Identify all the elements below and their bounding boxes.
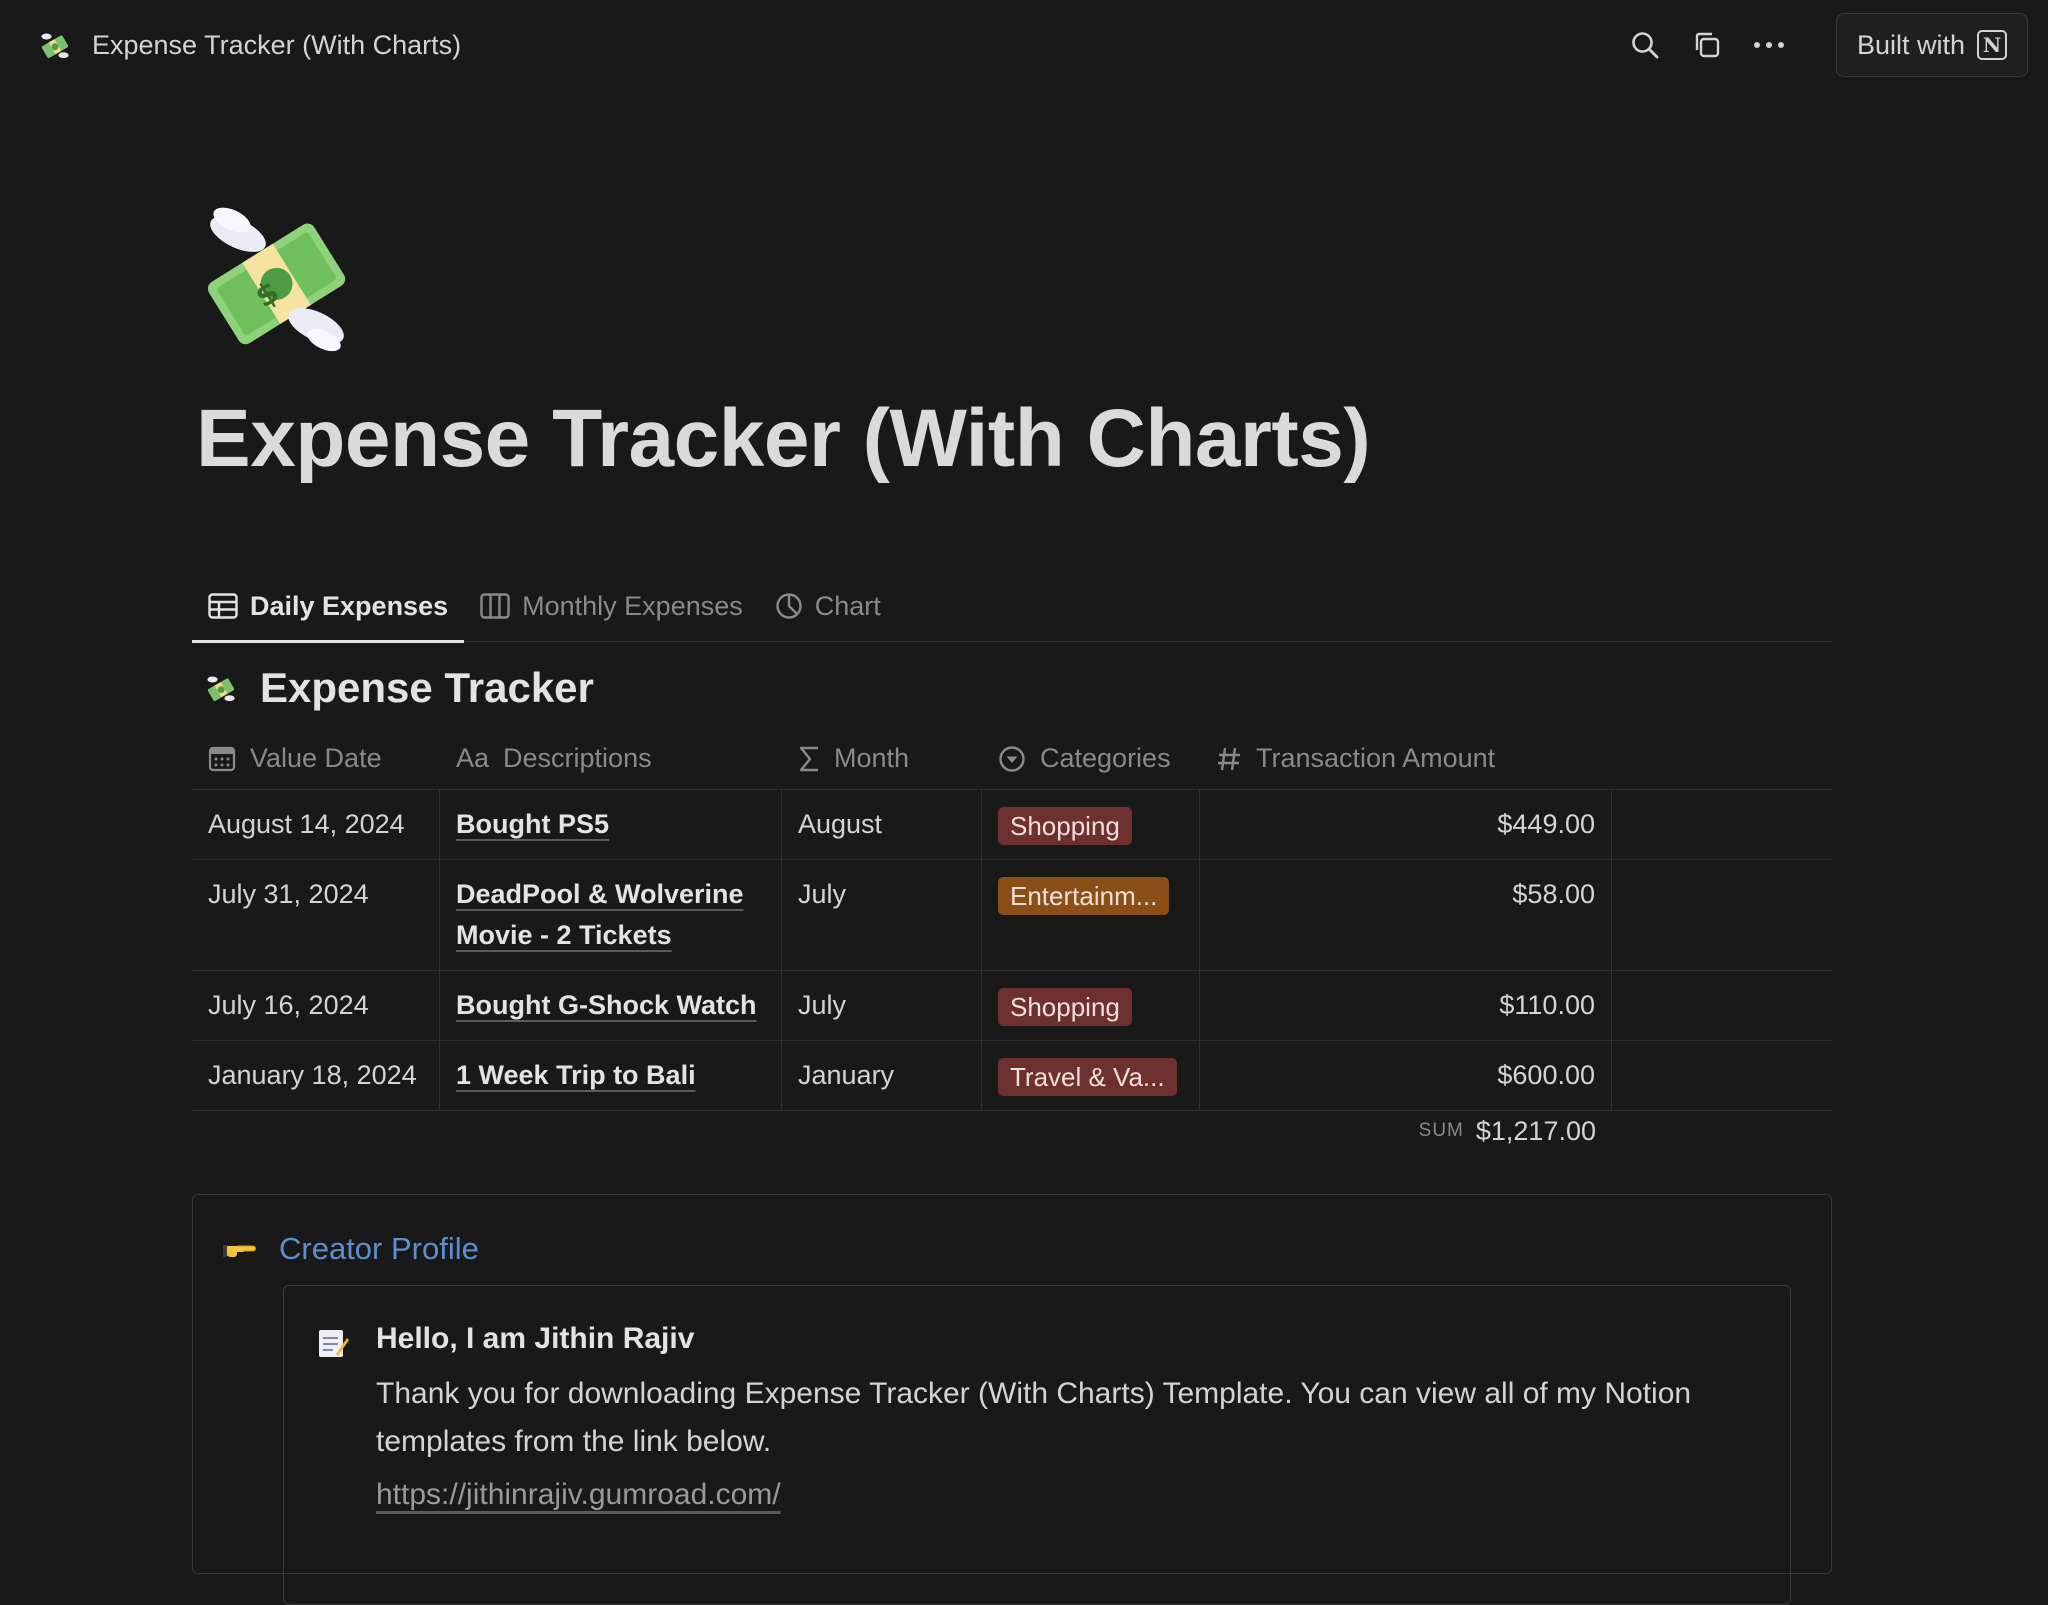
tab-label: Chart bbox=[814, 590, 881, 621]
description-link[interactable]: DeadPool & Wolverine bbox=[456, 879, 744, 909]
category-tag: Entertainm... bbox=[998, 876, 1170, 915]
built-with-notion-button[interactable]: Built with N bbox=[1835, 13, 2028, 77]
breadcrumb-page-title[interactable]: Expense Tracker (With Charts) bbox=[92, 30, 461, 61]
cell-empty bbox=[1612, 971, 1832, 1040]
calendar-icon bbox=[208, 746, 236, 771]
formula-sigma-icon bbox=[799, 746, 818, 771]
money-with-wings-icon[interactable] bbox=[38, 28, 72, 62]
cell-amount[interactable]: $110.00 bbox=[1200, 971, 1612, 1040]
category-tag: Shopping bbox=[998, 987, 1132, 1026]
cell-amount[interactable]: $58.00 bbox=[1200, 860, 1612, 970]
cell-month[interactable]: August bbox=[782, 790, 982, 859]
more-options-button[interactable] bbox=[1738, 14, 1800, 76]
gumroad-link[interactable]: https://jithinrajiv.gumroad.com/ bbox=[376, 1478, 781, 1512]
database-title[interactable]: Expense Tracker bbox=[204, 664, 594, 712]
database-title-text: Expense Tracker bbox=[260, 664, 594, 711]
column-label: Value Date bbox=[250, 743, 382, 773]
cell-amount[interactable]: $449.00 bbox=[1200, 790, 1612, 859]
category-tag: Shopping bbox=[998, 806, 1132, 845]
cell-value-date[interactable]: August 14, 2024 bbox=[192, 790, 440, 859]
sum-label: SUM bbox=[1418, 1120, 1464, 1141]
description-link[interactable]: 1 Week Trip to Bali bbox=[456, 1060, 696, 1090]
creator-inner-callout: Hello, I am Jithin Rajiv Thank you for d… bbox=[283, 1285, 1791, 1605]
table-header: Value Date Aa Descriptions Month Categor… bbox=[192, 728, 1832, 790]
cell-month[interactable]: July bbox=[782, 860, 982, 970]
table-row[interactable]: August 14, 2024 Bought PS5 August Shoppi… bbox=[192, 790, 1832, 860]
view-tabs: Daily Expenses Monthly Expenses Chart bbox=[192, 570, 1832, 643]
memo-icon bbox=[319, 1330, 349, 1357]
category-tag: Travel & Va... bbox=[998, 1057, 1177, 1096]
board-icon bbox=[480, 593, 510, 619]
money-with-wings-icon bbox=[207, 676, 235, 702]
page-title: Expense Tracker (With Charts) bbox=[196, 393, 1371, 484]
cell-description[interactable]: DeadPool & Wolverine Movie - 2 Tickets bbox=[440, 860, 782, 970]
cell-category[interactable]: Entertainm... bbox=[982, 860, 1200, 970]
table-icon bbox=[208, 593, 238, 619]
tab-daily-expenses[interactable]: Daily Expenses bbox=[192, 570, 465, 643]
description-link[interactable]: Bought G-Shock Watch bbox=[456, 990, 756, 1020]
description-link[interactable]: Bought PS5 bbox=[456, 809, 609, 839]
cell-empty bbox=[1612, 790, 1832, 859]
column-label: Descriptions bbox=[503, 743, 652, 773]
text-type-icon: Aa bbox=[456, 743, 490, 773]
cell-value-date[interactable]: July 16, 2024 bbox=[192, 971, 440, 1040]
cell-description[interactable]: Bought G-Shock Watch bbox=[440, 971, 782, 1040]
column-label: Transaction Amount bbox=[1256, 743, 1496, 773]
callout-body: Hello, I am Jithin Rajiv Thank you for d… bbox=[376, 1322, 1766, 1512]
sum-value: $1,217.00 bbox=[1475, 1115, 1596, 1146]
cell-empty bbox=[1612, 860, 1832, 970]
cell-month[interactable]: July bbox=[782, 971, 982, 1040]
sum-row[interactable]: SUM $1,217.00 bbox=[192, 1096, 1832, 1166]
duplicate-icon bbox=[1695, 32, 1720, 58]
select-icon bbox=[999, 745, 1025, 772]
cell-description[interactable]: Bought PS5 bbox=[440, 790, 782, 859]
thank-you-text: Thank you for downloading Expense Tracke… bbox=[376, 1377, 1692, 1458]
creator-profile-link[interactable]: Creator Profile bbox=[279, 1231, 479, 1267]
pointing-hand-icon bbox=[223, 1245, 256, 1257]
column-label: Month bbox=[834, 743, 910, 773]
search-button[interactable] bbox=[1614, 14, 1676, 76]
column-label: Categories bbox=[1040, 743, 1171, 773]
greeting-heading: Hello, I am Jithin Rajiv bbox=[376, 1322, 695, 1355]
money-with-wings-icon[interactable]: $ bbox=[196, 198, 356, 358]
number-hash-icon bbox=[1218, 747, 1240, 770]
notion-logo-icon: N bbox=[1977, 30, 2007, 60]
column-categories[interactable]: Categories bbox=[982, 728, 1200, 789]
expense-table: Value Date Aa Descriptions Month Categor… bbox=[192, 728, 1832, 1111]
cell-category[interactable]: Shopping bbox=[982, 971, 1200, 1040]
built-with-label: Built with bbox=[1856, 29, 1965, 60]
tab-chart[interactable]: Chart bbox=[759, 570, 897, 642]
cell-value-date[interactable]: July 31, 2024 bbox=[192, 860, 440, 970]
table-row[interactable]: July 31, 2024 DeadPool & Wolverine Movie… bbox=[192, 860, 1832, 971]
tab-monthly-expenses[interactable]: Monthly Expenses bbox=[464, 570, 759, 642]
top-bar: Expense Tracker (With Charts) Built with… bbox=[0, 0, 2048, 90]
cell-category[interactable]: Shopping bbox=[982, 790, 1200, 859]
column-month[interactable]: Month bbox=[782, 728, 982, 789]
tab-label: Daily Expenses bbox=[250, 590, 449, 621]
callout-header: Creator Profile bbox=[223, 1231, 479, 1267]
search-icon bbox=[1632, 32, 1659, 59]
column-value-date[interactable]: Value Date bbox=[192, 728, 440, 789]
table-row[interactable]: July 16, 2024 Bought G-Shock Watch July … bbox=[192, 971, 1832, 1041]
duplicate-button[interactable] bbox=[1676, 14, 1738, 76]
tab-label: Monthly Expenses bbox=[522, 590, 743, 621]
description-link-line-2[interactable]: Movie - 2 Tickets bbox=[456, 920, 672, 950]
column-descriptions[interactable]: Aa Descriptions bbox=[440, 728, 782, 789]
creator-callout: Creator Profile Hello, I am Jithin Rajiv… bbox=[192, 1194, 1832, 1605]
column-transaction-amount[interactable]: Transaction Amount bbox=[1200, 728, 1832, 789]
more-horizontal-icon bbox=[1753, 42, 1784, 48]
pie-chart-icon bbox=[776, 593, 802, 619]
